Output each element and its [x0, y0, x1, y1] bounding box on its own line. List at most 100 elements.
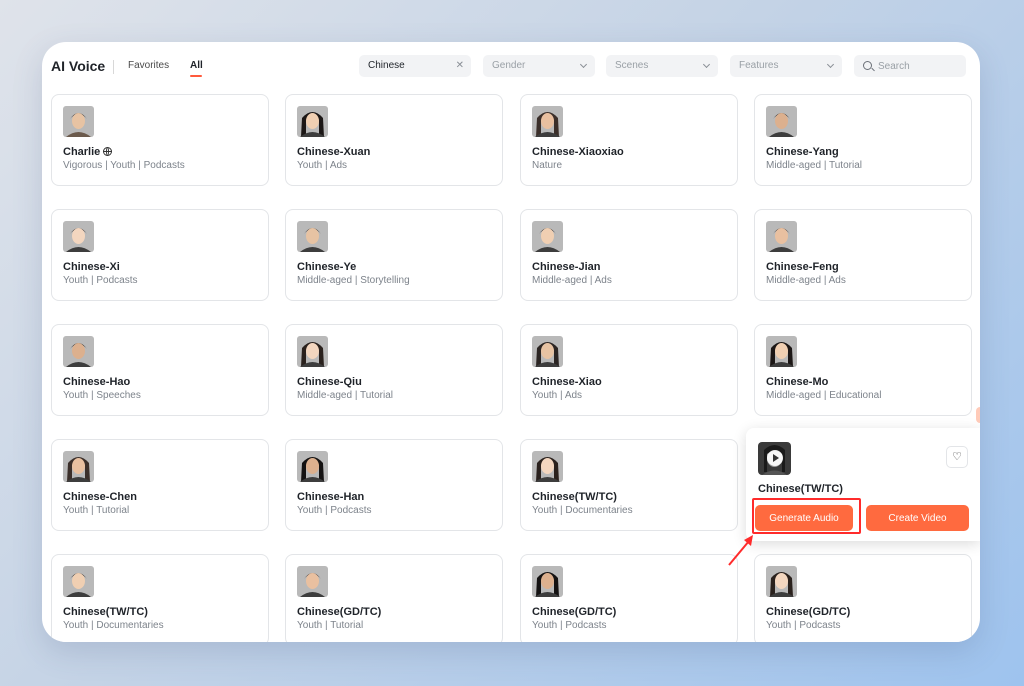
voice-avatar [766, 106, 797, 137]
voice-tags: Youth | Speeches [63, 390, 141, 401]
voice-card[interactable]: Chinese-Feng Middle-aged | Ads [754, 209, 972, 301]
voice-avatar [63, 566, 94, 597]
voice-card[interactable]: Chinese(GD/TC) Youth | Podcasts [754, 554, 972, 642]
voice-avatar [766, 221, 797, 252]
voice-card[interactable]: Chinese-Chen Youth | Tutorial [51, 439, 269, 531]
chevron-down-icon [826, 60, 835, 69]
voice-avatar [297, 221, 328, 252]
voice-tags: Middle-aged | Ads [766, 275, 846, 286]
voice-avatar [532, 336, 563, 367]
search-input[interactable] [878, 55, 962, 77]
voice-name: Chinese-Han [297, 491, 365, 503]
voice-tags: Youth | Ads [532, 390, 583, 401]
tab-all[interactable]: All [190, 60, 203, 71]
voice-card[interactable]: Chinese-Hao Youth | Speeches [51, 324, 269, 416]
voice-tags: Youth | Tutorial [297, 620, 364, 631]
voice-name: Chinese-Xi [63, 261, 120, 273]
close-icon[interactable]: ✕ [456, 55, 464, 77]
voice-avatar [63, 106, 94, 137]
voice-avatar [63, 451, 94, 482]
voice-tags: Nature [532, 160, 563, 171]
search-icon [863, 61, 872, 70]
gender-filter[interactable]: Gender [483, 55, 595, 77]
scroll-indicator[interactable] [976, 407, 980, 423]
voice-avatar [532, 451, 563, 482]
voice-name: Chinese(GD/TC) [297, 606, 382, 618]
voice-avatar [297, 336, 328, 367]
chevron-down-icon [579, 60, 588, 69]
voice-tags: Middle-aged | Tutorial [766, 160, 862, 171]
voice-card[interactable]: Chinese(GD/TC) Youth | Tutorial [285, 554, 503, 642]
features-filter[interactable]: Features [730, 55, 842, 77]
scenes-filter[interactable]: Scenes [606, 55, 718, 77]
voice-tags: Youth | Documentaries [63, 620, 164, 631]
voice-avatar [63, 336, 94, 367]
voice-card[interactable]: Chinese-Xiaoxiao Nature [520, 94, 738, 186]
voice-name: Chinese-Mo [766, 376, 829, 388]
voice-tags: Middle-aged | Ads [532, 275, 612, 286]
voice-card[interactable]: Chinese-Xi Youth | Podcasts [51, 209, 269, 301]
popup-avatar[interactable] [758, 442, 791, 475]
voice-avatar [63, 221, 94, 252]
voice-avatar [297, 106, 328, 137]
favorite-button[interactable]: ♡ [946, 446, 968, 468]
create-video-button[interactable]: Create Video [866, 505, 969, 531]
globe-icon [103, 147, 113, 156]
voice-tags: Youth | Tutorial [63, 505, 130, 516]
voice-card[interactable]: Chinese-Yang Middle-aged | Tutorial [754, 94, 972, 186]
tab-favorites[interactable]: Favorites [128, 60, 169, 71]
voice-card[interactable]: Chinese-Xiao Youth | Ads [520, 324, 738, 416]
voice-card[interactable]: Charlie Vigorous | Youth | Podcasts [51, 94, 269, 186]
voice-name: Chinese-Xuan [297, 146, 371, 158]
voice-card[interactable]: Chinese-Mo Middle-aged | Educational [754, 324, 972, 416]
features-filter-placeholder: Features [739, 60, 779, 71]
voice-name: Charlie [63, 146, 113, 158]
title-divider [113, 60, 114, 74]
gender-filter-placeholder: Gender [492, 60, 526, 71]
voice-card[interactable]: Chinese(TW/TC) Youth | Documentaries [520, 439, 738, 531]
language-filter[interactable]: Chinese ✕ [359, 55, 471, 77]
voice-name: Chinese-Feng [766, 261, 839, 273]
language-filter-value: Chinese [368, 60, 405, 71]
voice-name: Chinese-Jian [532, 261, 601, 273]
search-box[interactable] [854, 55, 966, 77]
voice-tags: Youth | Podcasts [63, 275, 138, 286]
voice-card[interactable]: Chinese-Ye Middle-aged | Storytelling [285, 209, 503, 301]
voice-tags: Youth | Podcasts [532, 620, 607, 631]
voice-card[interactable]: Chinese-Han Youth | Podcasts [285, 439, 503, 531]
voice-card[interactable]: Chinese(GD/TC) Youth | Podcasts [520, 554, 738, 642]
voice-card[interactable]: Chinese-Qiu Middle-aged | Tutorial [285, 324, 503, 416]
voice-tags: Middle-aged | Storytelling [297, 275, 410, 286]
voice-tags: Youth | Ads [297, 160, 348, 171]
popup-voice-name: Chinese(TW/TC) [758, 483, 843, 495]
ai-voice-window: AI Voice Favorites All Chinese ✕ Gender … [42, 42, 980, 642]
scenes-filter-placeholder: Scenes [615, 60, 649, 71]
voice-name: Chinese(GD/TC) [532, 606, 617, 618]
voice-name: Chinese-Ye [297, 261, 357, 273]
voice-card[interactable]: Chinese-Xuan Youth | Ads [285, 94, 503, 186]
voice-name: Chinese(TW/TC) [63, 606, 148, 618]
voice-tags: Middle-aged | Educational [766, 390, 882, 401]
play-icon[interactable] [767, 450, 783, 466]
voice-tags: Vigorous | Youth | Podcasts [63, 160, 185, 171]
top-bar: AI Voice Favorites All Chinese ✕ Gender … [42, 42, 980, 90]
voice-avatar [766, 336, 797, 367]
heart-icon: ♡ [952, 451, 962, 463]
chevron-down-icon [702, 60, 711, 69]
voice-name: Chinese(TW/TC) [532, 491, 617, 503]
voice-name: Chinese-Xiaoxiao [532, 146, 624, 158]
voice-card[interactable]: Chinese(TW/TC) Youth | Documentaries [51, 554, 269, 642]
voice-avatar [532, 221, 563, 252]
voice-name: Chinese-Xiao [532, 376, 602, 388]
voice-name: Chinese-Qiu [297, 376, 362, 388]
app-title: AI Voice [51, 58, 106, 74]
voice-avatar [766, 566, 797, 597]
voice-card[interactable]: Chinese-Jian Middle-aged | Ads [520, 209, 738, 301]
voice-avatar [532, 566, 563, 597]
voice-name: Chinese-Hao [63, 376, 131, 388]
voice-tags: Youth | Podcasts [297, 505, 372, 516]
voice-tags: Youth | Podcasts [766, 620, 841, 631]
voice-tags: Youth | Documentaries [532, 505, 633, 516]
highlight-box [752, 498, 861, 534]
voice-name: Chinese(GD/TC) [766, 606, 851, 618]
